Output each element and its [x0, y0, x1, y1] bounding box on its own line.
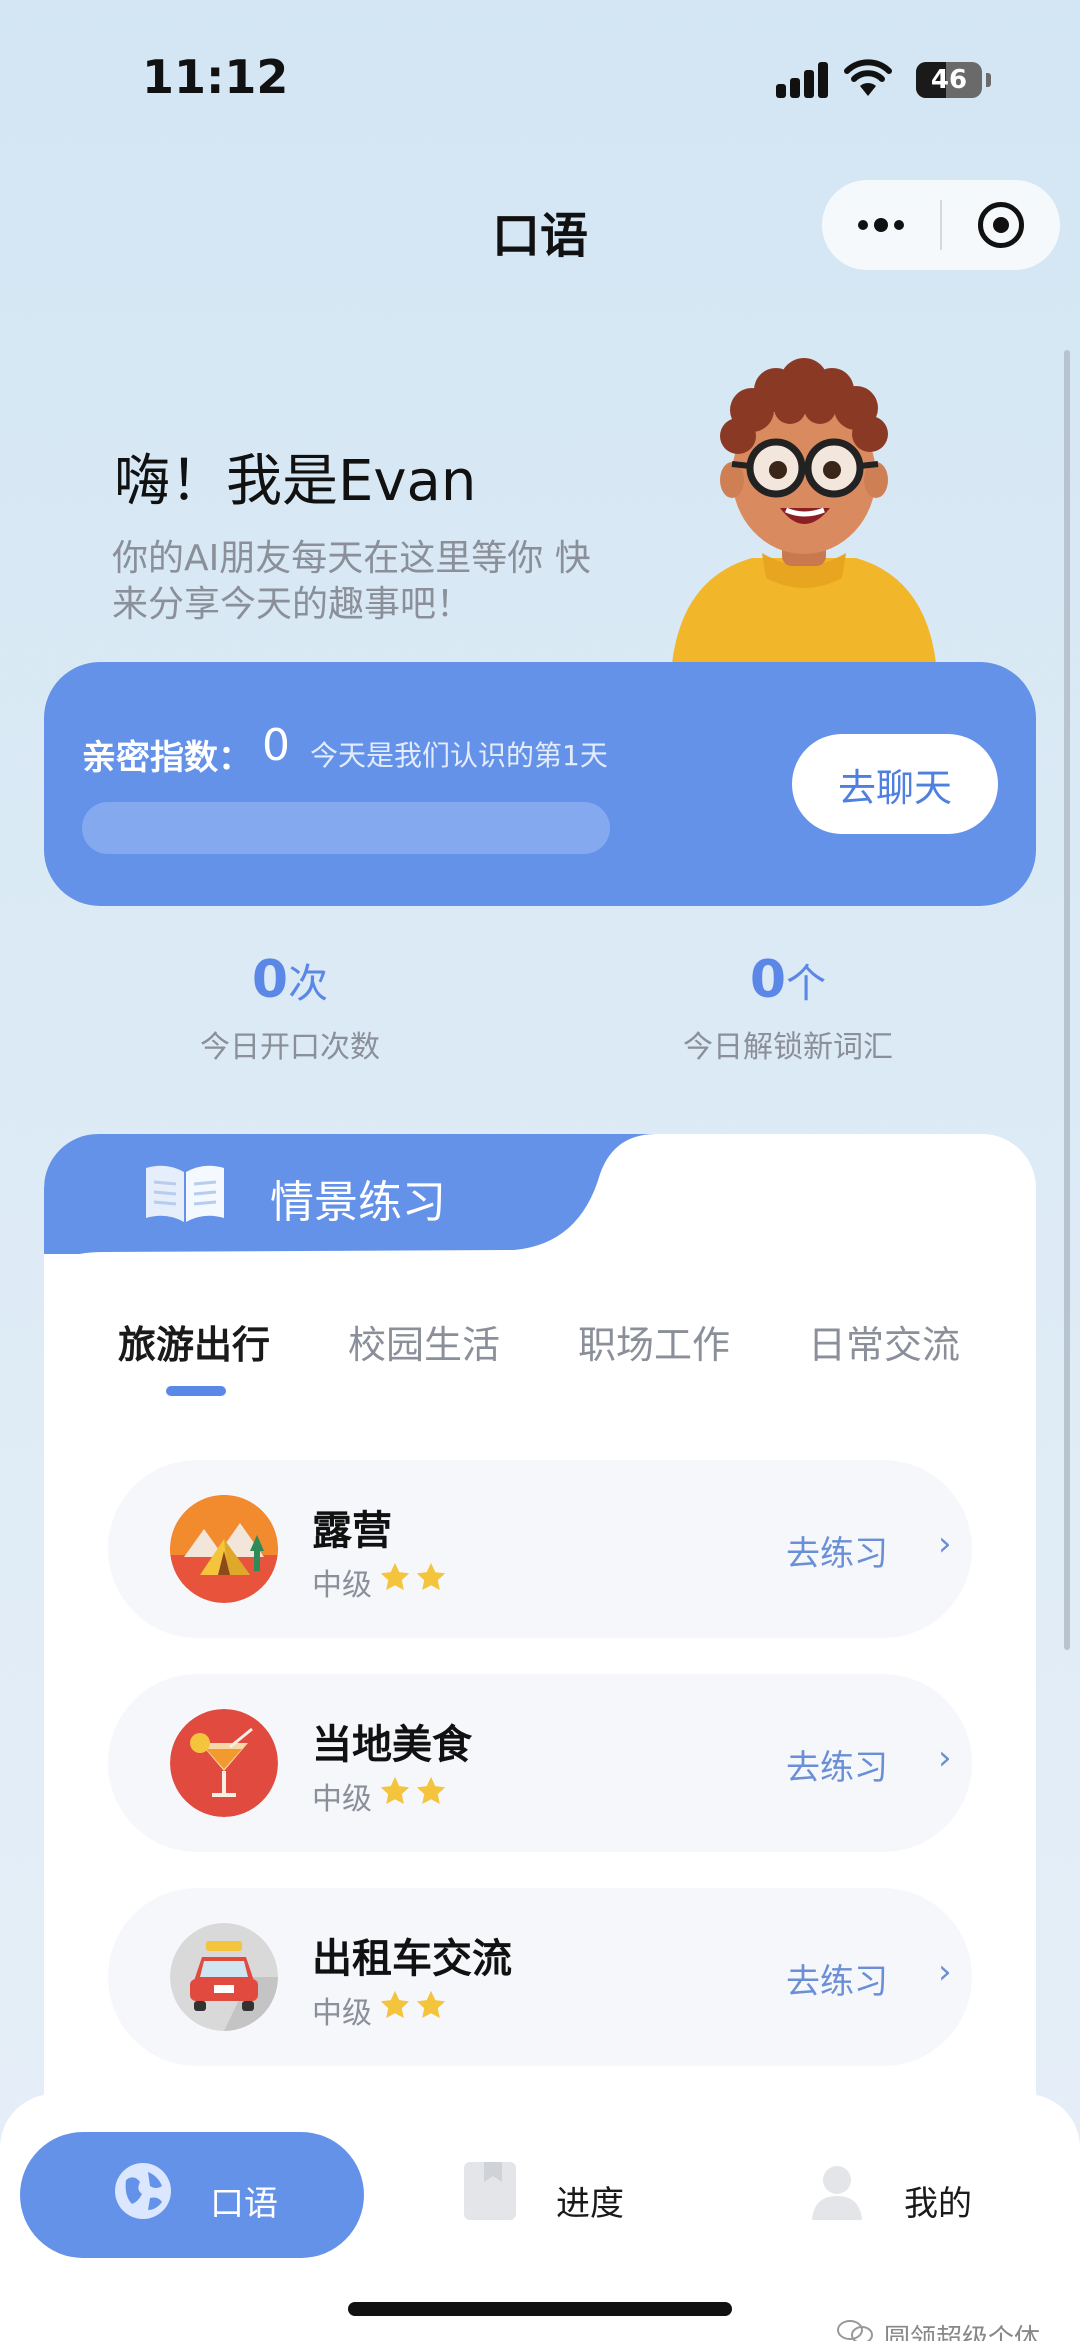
intimacy-card: 亲密指数： 0 今天是我们认识的第1天 去聊天 — [44, 662, 1036, 906]
intimacy-progress-bar — [82, 802, 610, 854]
more-button[interactable] — [822, 180, 940, 270]
chevron-right-icon: › — [938, 1952, 952, 1992]
target-icon — [978, 202, 1024, 248]
speak-count-unit: 次 — [288, 961, 329, 1007]
open-book-icon — [146, 1165, 224, 1222]
active-tab-indicator — [166, 1386, 226, 1396]
new-words-value: 0 — [749, 950, 787, 1010]
ai-avatar-illustration — [672, 358, 936, 664]
scenario-title: 当地美食 — [312, 1722, 472, 1768]
tab-label-speaking: 口语 — [210, 2184, 278, 2224]
speak-count-stat: 0次 今日开口次数 — [90, 950, 490, 1066]
practice-button[interactable]: 去练习 — [786, 1526, 888, 1575]
scenario-level: 中级 — [312, 1782, 372, 1817]
wechat-watermark-icon — [837, 2320, 873, 2341]
star-icon — [380, 1776, 410, 1805]
star-icon — [380, 1562, 410, 1591]
category-tabs: 旅游出行 校园生活 职场工作 日常交流 — [44, 1314, 1036, 1394]
battery-level: 46 — [930, 65, 968, 95]
mini-program-capsule — [822, 180, 1060, 270]
globe-icon — [115, 2163, 171, 2219]
speak-count-value: 0 — [251, 950, 289, 1010]
new-words-unit: 个 — [786, 961, 827, 1007]
new-words-label: 今日解锁新词汇 — [683, 1030, 893, 1065]
bookmark-icon[interactable] — [460, 2160, 522, 2222]
tab-daily-talk[interactable]: 日常交流 — [808, 1314, 960, 1369]
close-mini-program-button[interactable] — [942, 180, 1060, 270]
acquaintance-days: 今天是我们认识的第1天 — [310, 739, 608, 772]
chevron-right-icon: › — [938, 1524, 952, 1564]
star-icon — [416, 1562, 446, 1591]
tab-speaking[interactable] — [20, 2132, 364, 2258]
scenario-card[interactable]: 当地美食 中级 去练习 › — [108, 1674, 972, 1852]
intimacy-label: 亲密指数： — [82, 738, 252, 778]
status-time: 11:12 — [142, 50, 289, 104]
intimacy-value: 0 — [262, 720, 290, 771]
difficulty-stars — [378, 1988, 448, 2024]
tab-workplace[interactable]: 职场工作 — [578, 1314, 730, 1369]
speak-count-label: 今日开口次数 — [200, 1030, 380, 1065]
cellular-signal-icon — [776, 62, 832, 98]
wifi-icon — [844, 59, 892, 96]
greeting-subtitle: 你的AI朋友每天在这里等你 快 来分享今天的趣事吧！ — [112, 536, 652, 628]
scenario-card[interactable]: 露营 中级 去练习 › — [108, 1460, 972, 1638]
cocktail-icon — [170, 1709, 278, 1817]
scrollbar[interactable] — [1064, 350, 1070, 1650]
camping-tent-icon — [170, 1495, 278, 1603]
greeting-subtitle-line1: 你的AI朋友每天在这里等你 快 — [112, 538, 591, 579]
scenario-level: 中级 — [312, 1996, 372, 2031]
go-chat-button[interactable]: 去聊天 — [792, 734, 998, 834]
panel-title: 情景练习 — [270, 1177, 446, 1228]
new-words-stat: 0个 今日解锁新词汇 — [588, 950, 988, 1066]
taxi-icon — [170, 1923, 278, 2031]
practice-button[interactable]: 去练习 — [786, 1740, 888, 1789]
star-icon — [416, 1990, 446, 2019]
practice-button[interactable]: 去练习 — [786, 1954, 888, 2003]
scenario-title: 露营 — [312, 1508, 392, 1554]
scenario-level: 中级 — [312, 1568, 372, 1603]
star-icon — [416, 1776, 446, 1805]
watermark-text: 圆领超级个体 — [884, 2324, 1041, 2341]
tab-travel[interactable]: 旅游出行 — [118, 1314, 270, 1369]
greeting-title: 嗨！我是Evan — [114, 449, 477, 514]
user-icon[interactable] — [806, 2160, 868, 2222]
tab-campus-life[interactable]: 校园生活 — [348, 1314, 500, 1369]
tab-mine[interactable]: 我的 — [904, 2176, 972, 2225]
greeting-subtitle-line2: 来分享今天的趣事吧！ — [112, 584, 473, 625]
chevron-right-icon: › — [938, 1738, 952, 1778]
star-icon — [380, 1990, 410, 2019]
home-indicator[interactable] — [348, 2302, 732, 2316]
tab-progress[interactable]: 进度 — [556, 2176, 624, 2225]
battery-icon: 46 — [916, 62, 982, 98]
difficulty-stars — [378, 1774, 448, 1810]
difficulty-stars — [378, 1560, 448, 1596]
scenario-card[interactable]: 出租车交流 中级 去练习 › — [108, 1888, 972, 2066]
scenario-title: 出租车交流 — [312, 1936, 512, 1982]
